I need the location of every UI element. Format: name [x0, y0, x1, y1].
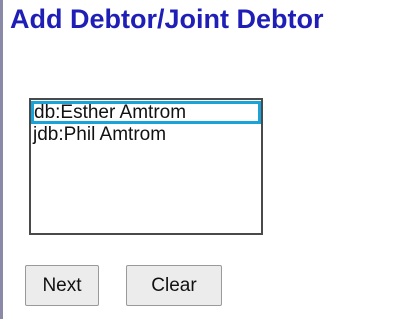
- next-button[interactable]: Next: [25, 265, 99, 306]
- listbox-option-debtor[interactable]: db:Esther Amtrom: [31, 101, 261, 124]
- page-title: Add Debtor/Joint Debtor: [10, 4, 324, 34]
- listbox-option-joint-debtor[interactable]: jdb:Phil Amtrom: [31, 124, 261, 147]
- debtor-listbox[interactable]: db:Esther Amtrom jdb:Phil Amtrom: [29, 98, 263, 235]
- clear-button[interactable]: Clear: [126, 265, 222, 306]
- left-border-rule: [0, 0, 3, 319]
